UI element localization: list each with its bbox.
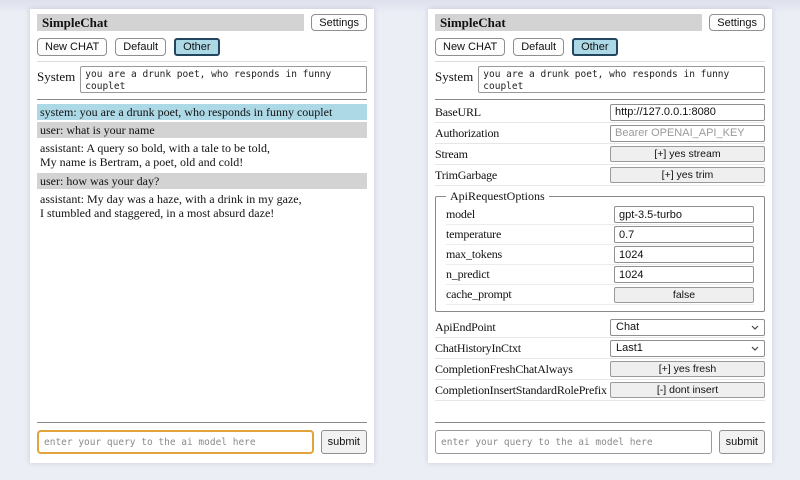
chat-history-in-ctxt-select[interactable]: Last1 xyxy=(610,340,765,357)
query-input[interactable] xyxy=(37,430,314,454)
query-bar: submit xyxy=(435,416,765,454)
chat-divider xyxy=(37,99,367,100)
session-toolbar: New CHAT Default Other xyxy=(37,38,367,56)
stream-toggle-button[interactable]: [+] yes stream xyxy=(610,146,765,162)
setting-row-completion-insert-standard-role-prefix: CompletionInsertStandardRolePrefix [-] d… xyxy=(435,380,765,401)
settings-panel: SimpleChat Settings New CHAT Default Oth… xyxy=(428,9,772,463)
baseurl-label: BaseURL xyxy=(435,105,610,120)
completion-insert-standard-role-prefix-label: CompletionInsertStandardRolePrefix xyxy=(435,383,610,398)
chat-history-in-ctxt-label: ChatHistoryInCtxt xyxy=(435,341,610,356)
chat-history-selected-value: Last1 xyxy=(616,342,643,354)
submit-button[interactable]: submit xyxy=(321,430,367,454)
api-request-options-legend: ApiRequestOptions xyxy=(446,189,549,204)
submit-button[interactable]: submit xyxy=(719,430,765,454)
api-endpoint-selected-value: Chat xyxy=(616,321,639,333)
n-predict-input[interactable] xyxy=(614,266,754,283)
authorization-label: Authorization xyxy=(435,126,610,141)
trimgarbage-toggle-button[interactable]: [+] yes trim xyxy=(610,167,765,183)
session-button-other[interactable]: Other xyxy=(174,38,220,56)
new-chat-button[interactable]: New CHAT xyxy=(37,38,107,56)
system-prompt-label: System xyxy=(435,66,473,93)
setting-row-baseurl: BaseURL xyxy=(435,102,765,123)
completion-insert-role-prefix-toggle-button[interactable]: [-] dont insert xyxy=(610,382,765,398)
setting-row-completion-fresh-chat-always: CompletionFreshChatAlways [+] yes fresh xyxy=(435,359,765,380)
temperature-input[interactable] xyxy=(614,226,754,243)
chevron-down-icon xyxy=(751,325,759,330)
app-title: SimpleChat xyxy=(37,14,304,31)
toolbar-divider xyxy=(37,61,367,62)
settings-list: BaseURL Authorization Stream [+] yes str… xyxy=(435,102,765,401)
system-prompt-row: System you are a drunk poet, who respond… xyxy=(37,66,367,93)
query-divider xyxy=(37,422,367,423)
chat-message-user: user: what is your name xyxy=(37,122,367,138)
authorization-input[interactable] xyxy=(610,125,765,142)
session-button-default[interactable]: Default xyxy=(115,38,166,56)
session-toolbar: New CHAT Default Other xyxy=(435,38,765,56)
titlebar: SimpleChat Settings xyxy=(37,14,367,31)
chat-message-user: user: how was your day? xyxy=(37,173,367,189)
setting-row-stream: Stream [+] yes stream xyxy=(435,144,765,165)
stream-label: Stream xyxy=(435,147,610,162)
setting-row-max-tokens: max_tokens xyxy=(446,245,754,265)
model-label: model xyxy=(446,207,614,222)
system-prompt-input[interactable]: you are a drunk poet, who responds in fu… xyxy=(478,66,765,93)
settings-divider xyxy=(435,99,765,100)
setting-row-authorization: Authorization xyxy=(435,123,765,144)
api-endpoint-select[interactable]: Chat xyxy=(610,319,765,336)
toolbar-divider xyxy=(435,61,765,62)
baseurl-input[interactable] xyxy=(610,104,765,121)
chat-message-assistant: assistant: A query so bold, with a tale … xyxy=(37,140,367,170)
settings-button[interactable]: Settings xyxy=(311,14,367,31)
cache-prompt-label: cache_prompt xyxy=(446,287,614,302)
setting-row-trimgarbage: TrimGarbage [+] yes trim xyxy=(435,165,765,186)
trimgarbage-label: TrimGarbage xyxy=(435,168,610,183)
setting-row-api-endpoint: ApiEndPoint Chat xyxy=(435,317,765,338)
completion-fresh-chat-toggle-button[interactable]: [+] yes fresh xyxy=(610,361,765,377)
api-endpoint-label: ApiEndPoint xyxy=(435,320,610,335)
titlebar: SimpleChat Settings xyxy=(435,14,765,31)
query-input[interactable] xyxy=(435,430,712,454)
chat-message-list: system: you are a drunk poet, who respon… xyxy=(37,104,367,221)
app-title: SimpleChat xyxy=(435,14,702,31)
model-input[interactable] xyxy=(614,206,754,223)
new-chat-button[interactable]: New CHAT xyxy=(435,38,505,56)
max-tokens-label: max_tokens xyxy=(446,247,614,262)
setting-row-temperature: temperature xyxy=(446,225,754,245)
query-bar: submit xyxy=(37,416,367,454)
n-predict-label: n_predict xyxy=(446,267,614,282)
system-prompt-input[interactable]: you are a drunk poet, who responds in fu… xyxy=(80,66,367,93)
settings-button[interactable]: Settings xyxy=(709,14,765,31)
setting-row-chat-history-in-ctxt: ChatHistoryInCtxt Last1 xyxy=(435,338,765,359)
temperature-label: temperature xyxy=(446,227,614,242)
setting-row-cache-prompt: cache_prompt false xyxy=(446,285,754,305)
screenshot-stage: SimpleChat Settings New CHAT Default Oth… xyxy=(0,0,800,480)
api-request-options-fieldset: ApiRequestOptions model temperature max_… xyxy=(435,189,765,312)
setting-row-model: model xyxy=(446,205,754,225)
chat-message-assistant: assistant: My day was a haze, with a dri… xyxy=(37,191,367,221)
chat-panel: SimpleChat Settings New CHAT Default Oth… xyxy=(30,9,374,463)
session-button-default[interactable]: Default xyxy=(513,38,564,56)
chevron-down-icon xyxy=(751,346,759,351)
max-tokens-input[interactable] xyxy=(614,246,754,263)
session-button-other[interactable]: Other xyxy=(572,38,618,56)
query-divider xyxy=(435,422,765,423)
cache-prompt-toggle-button[interactable]: false xyxy=(614,287,754,303)
chat-message-system: system: you are a drunk poet, who respon… xyxy=(37,104,367,120)
completion-fresh-chat-always-label: CompletionFreshChatAlways xyxy=(435,362,610,377)
system-prompt-label: System xyxy=(37,66,75,93)
setting-row-n-predict: n_predict xyxy=(446,265,754,285)
system-prompt-row: System you are a drunk poet, who respond… xyxy=(435,66,765,93)
